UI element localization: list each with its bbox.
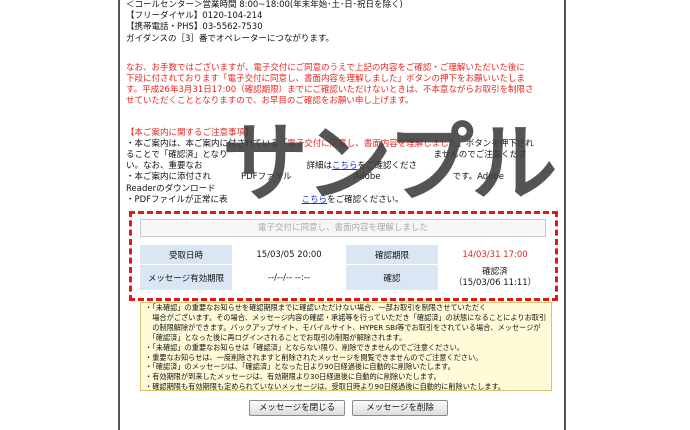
notes-text: ・本ご案内に添付され — [126, 172, 212, 183]
received-value: 15/03/05 20:00 — [232, 245, 346, 265]
info-row: 受取日時 15/03/05 20:00 確認期限 14/03/31 17:00 — [140, 245, 552, 265]
close-message-button[interactable]: メッセージを閉じる — [249, 400, 345, 416]
warning-line-1: なお、お手数ではございますが、電子交付にご同意のうえで上記の内容をご確認・ご理解… — [126, 62, 525, 73]
notice-line: ・「未確認」の重要なお知らせは「確認済」とならない限り、削除できませんのでご注意… — [145, 342, 464, 352]
deadline-label: 確認期限 — [346, 245, 438, 265]
agree-button[interactable]: 電子交付に同意し、書面内容を理解しました — [140, 219, 546, 237]
confirm-value: 確認済 （15/03/06 11:11） — [438, 265, 552, 291]
contact-guidance: ガイダンスの［3］番でオペレーターにつながります。 — [126, 33, 335, 44]
expiry-value: --/--/-- --:-- — [232, 265, 346, 291]
contact-hours: ＜コールセンター＞営業時間 8:00~18:00(年末年始･土･日･祝日を除く) — [126, 0, 403, 10]
info-row: メッセージ有効期限 --/--/-- --:-- 確認 確認済 （15/03/0… — [140, 265, 552, 291]
confirm-date: （15/03/06 11:11） — [453, 277, 537, 288]
notice-line: の制限解除ができます。バックアップサイト、モバイルサイト、HYPER SBI等で… — [145, 322, 541, 332]
notes-text: ・PDFファイルが正常に表 — [126, 194, 228, 205]
received-label: 受取日時 — [140, 245, 232, 265]
screenshot-frame: ＜コールセンター＞営業時間 8:00~18:00(年末年始･土･日･祝日を除く)… — [0, 0, 690, 430]
notes-text: Readerのダウンロード — [126, 183, 216, 194]
notice-line: ・「確認済」のメッセージは、「確認済」となった日より90日経過後に自動的に削除い… — [145, 362, 455, 372]
confirm-status: 確認済 — [482, 266, 508, 277]
notes-text: い。なお、重要なお — [126, 161, 203, 172]
confirm-label: 確認 — [346, 265, 438, 291]
notice-line: 場合がございます。その場合、メッセージ内容の確認・承諾等を行っていただき「確認済… — [145, 312, 547, 322]
notice-box: ・「未確認」の重要なお知らせを確認期限までに確認いただけない場合、一部お取引を制… — [140, 302, 552, 391]
notice-line: 「確認済」となった後に再ログインされることでお取引の制限が解除されます。 — [145, 332, 407, 342]
warning-line-3: す。平成26年3月31日17:00（確認期限）までにご確認いただけないときは、不… — [126, 85, 534, 96]
notice-line: ・確認期限も有効期限も定められていないメッセージは、受取日時より90日経過後に自… — [145, 382, 506, 391]
contact-freedial: 【フリーダイヤル】0120-104-214 — [126, 11, 263, 22]
sample-watermark: サンプル — [222, 114, 557, 214]
notice-line: ・重要なお知らせは、一度削除されますと削除されたメッセージを閲覧できませんのでご… — [145, 352, 483, 362]
expiry-label: メッセージ有効期限 — [140, 265, 232, 291]
message-info-table: 受取日時 15/03/05 20:00 確認期限 14/03/31 17:00 … — [140, 245, 552, 291]
notice-line: ・有効期限が到来したメッセージは、有効期限より30日経過後に自動的に削除いたしま… — [145, 372, 441, 382]
warning-line-4: せていただくこととなりますので、お早目のご確認をお願い申し上げます。 — [126, 96, 414, 107]
contact-mobile: 【携帯電話・PHS】03-5562-7530 — [126, 22, 263, 33]
deadline-value: 14/03/31 17:00 — [438, 245, 552, 265]
delete-message-button[interactable]: メッセージを削除 — [352, 400, 448, 416]
notes-text: ることで「確認済」となり — [126, 150, 228, 161]
warning-line-2: 下段に付されております「電子交付に同意し、書面内容を理解しました」ボタンの押下を… — [126, 74, 525, 85]
notice-line: ・「未確認」の重要なお知らせを確認期限までに確認いただけない場合、一部お取引を制… — [145, 303, 487, 312]
